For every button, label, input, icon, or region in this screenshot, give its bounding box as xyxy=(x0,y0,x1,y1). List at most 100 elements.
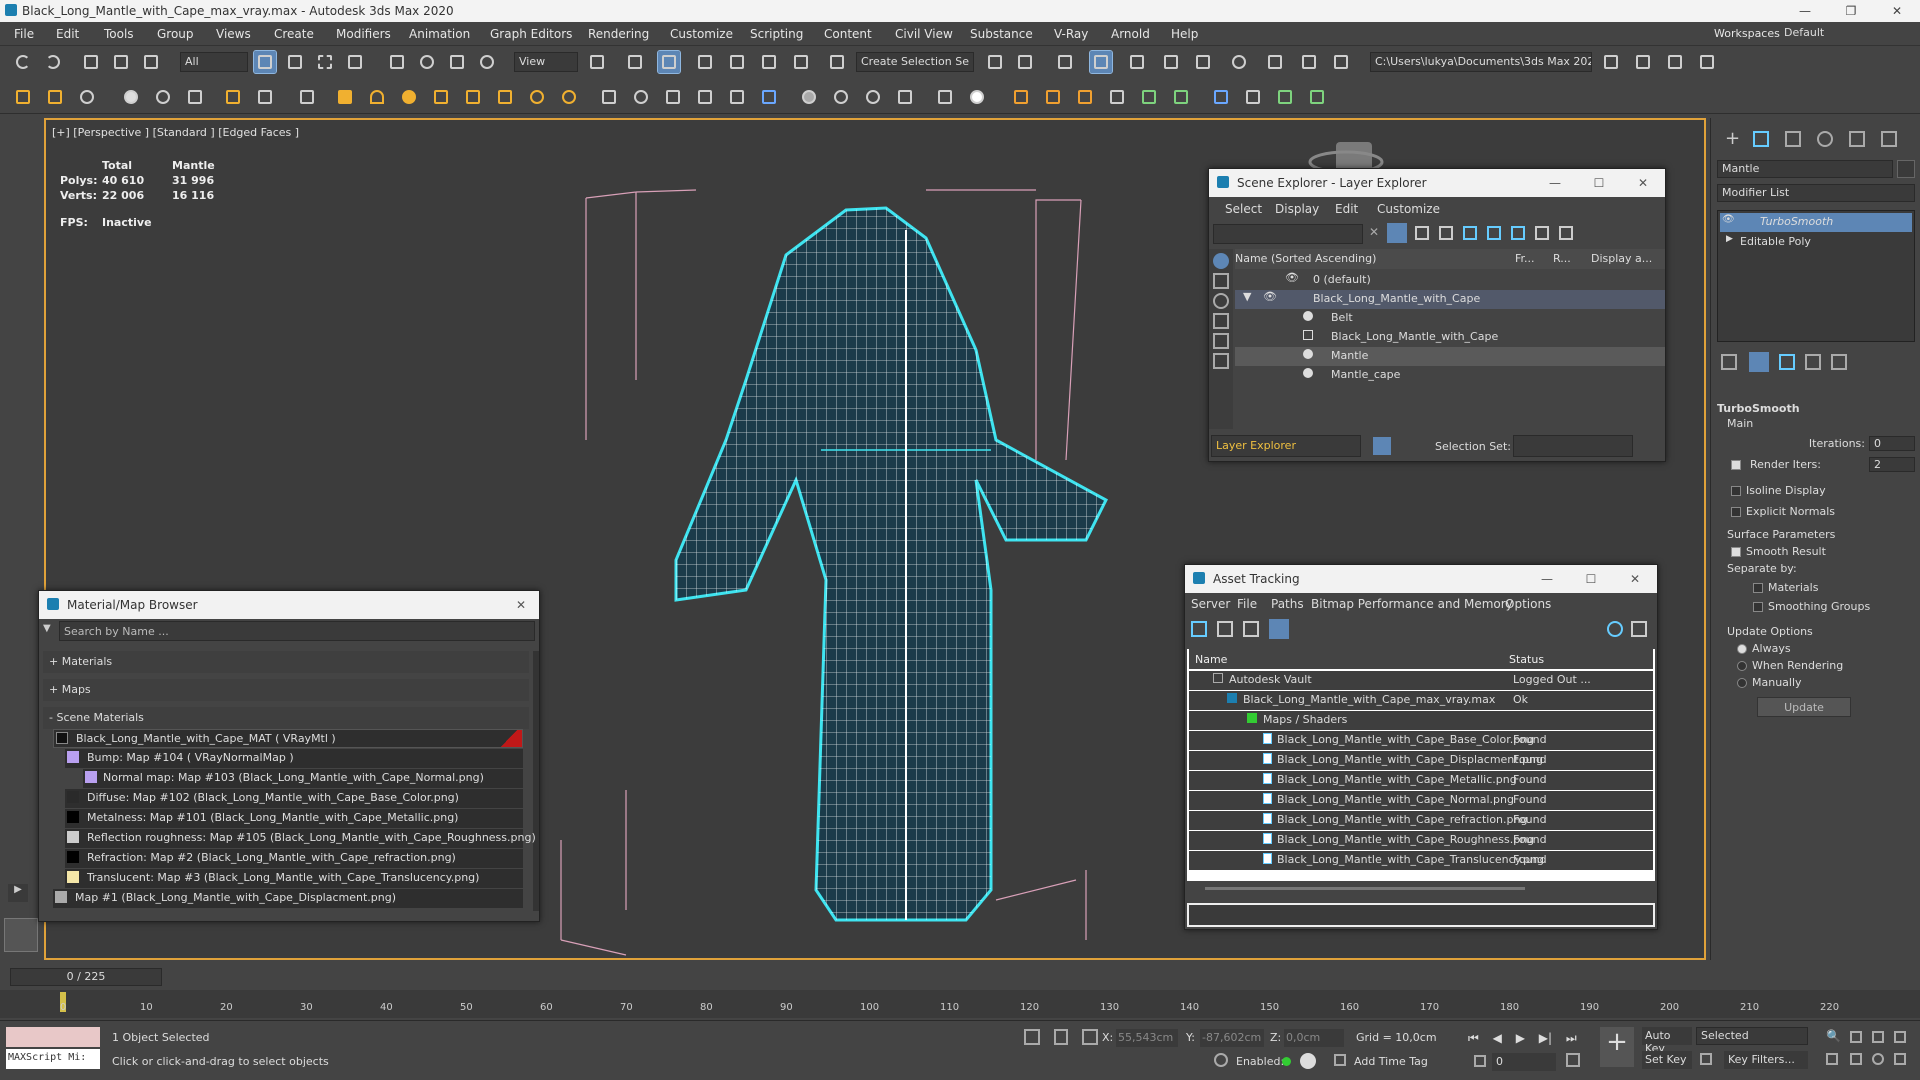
vray-vision-icon[interactable] xyxy=(966,86,988,108)
at-row[interactable]: Black_Long_Mantle_with_Cape_Base_Color.p… xyxy=(1189,731,1653,750)
vray-proxy-icon[interactable] xyxy=(222,86,244,108)
eye-icon[interactable]: 👁 xyxy=(1285,271,1299,284)
configure-sets-icon[interactable] xyxy=(1831,354,1847,370)
smooth-result-checkbox[interactable] xyxy=(1731,547,1741,557)
vray-sphere-icon[interactable] xyxy=(152,86,174,108)
menu-tools[interactable]: Tools xyxy=(104,27,134,41)
materials-checkbox[interactable] xyxy=(1753,583,1763,593)
at-col-name[interactable]: Name xyxy=(1195,653,1227,666)
menu-customize[interactable]: Customize xyxy=(670,27,733,41)
absolute-mode-icon[interactable] xyxy=(1082,1029,1098,1045)
group-maps[interactable]: + Maps xyxy=(43,679,529,701)
menu-civil-view[interactable]: Civil View xyxy=(895,27,953,41)
menu-edit[interactable]: Edit xyxy=(56,27,79,41)
menu-file[interactable]: File xyxy=(14,27,34,41)
create-tab-icon[interactable]: + xyxy=(1725,128,1740,149)
at-row[interactable]: Black_Long_Mantle_with_Cape_refraction.p… xyxy=(1189,811,1653,830)
menu-animation[interactable]: Animation xyxy=(409,27,470,41)
se-col-freeze[interactable]: Fr... xyxy=(1515,252,1535,265)
vray-light-omni-icon[interactable] xyxy=(296,86,318,108)
layer-explorer-dropdown[interactable]: Layer Explorer xyxy=(1211,435,1361,457)
menu-views[interactable]: Views xyxy=(216,27,251,41)
display-tab-icon[interactable] xyxy=(1849,131,1865,147)
vray-ipr-icon[interactable] xyxy=(1010,86,1032,108)
menu-group[interactable]: Group xyxy=(157,27,194,41)
bind-space-warp-icon[interactable] xyxy=(140,51,162,73)
vray-frame-buffer-icon[interactable] xyxy=(934,86,956,108)
se-row[interactable]: 👁 0 (default) xyxy=(1235,271,1665,290)
selection-lock-icon[interactable] xyxy=(1054,1029,1068,1045)
vray-scatter-icon[interactable] xyxy=(694,86,716,108)
menu-scripting[interactable]: Scripting xyxy=(750,27,803,41)
at-row[interactable]: Black_Long_Mantle_with_Cape_Roughness.pn… xyxy=(1189,831,1653,850)
selection-set-dropdown[interactable] xyxy=(1513,435,1633,457)
zoom-icon[interactable]: 🔍 xyxy=(1826,1029,1841,1043)
lock-icon[interactable] xyxy=(1415,226,1429,240)
material-item[interactable]: Black_Long_Mantle_with_Cape_MAT ( VRayMt… xyxy=(53,729,523,748)
material-sphere-icon[interactable] xyxy=(798,86,820,108)
maxscript-listener-top[interactable] xyxy=(6,1027,100,1047)
when-rendering-radio[interactable] xyxy=(1737,661,1747,671)
link-icon[interactable] xyxy=(80,51,102,73)
layers-icon[interactable] xyxy=(1373,437,1391,455)
light-dome-icon[interactable] xyxy=(366,86,388,108)
pin-stack-icon[interactable] xyxy=(1721,354,1737,370)
modifier-editable-poly[interactable]: ▶ Editable Poly xyxy=(1720,233,1912,252)
make-unique-icon[interactable] xyxy=(1779,354,1795,370)
zoom-extents-icon[interactable] xyxy=(1872,1031,1884,1043)
key-mode-icon[interactable] xyxy=(1474,1055,1486,1067)
display-lights-icon[interactable] xyxy=(1213,293,1229,309)
field-of-view-icon[interactable] xyxy=(1826,1053,1838,1065)
at-row[interactable]: Black_Long_Mantle_with_Cape_Translucency… xyxy=(1189,851,1653,870)
auto-key-button[interactable]: Auto Key xyxy=(1642,1027,1692,1055)
material-blend-icon[interactable] xyxy=(862,86,884,108)
display-spacewarps-icon[interactable] xyxy=(1213,353,1229,369)
minimize-button[interactable]: — xyxy=(1782,0,1828,22)
display-helpers-icon[interactable] xyxy=(1213,333,1229,349)
rotate-icon[interactable] xyxy=(416,51,438,73)
modify-tab-icon[interactable] xyxy=(1753,131,1769,147)
undo-icon[interactable] xyxy=(12,51,34,73)
scene-explorer-close[interactable]: ✕ xyxy=(1621,169,1665,197)
toggle-scene-explorer-icon[interactable] xyxy=(1054,51,1076,73)
at-row[interactable]: Black_Long_Mantle_with_Cape_max_vray.max… xyxy=(1189,691,1653,710)
vray-r-icon[interactable] xyxy=(1210,86,1232,108)
project-new-icon[interactable] xyxy=(1664,51,1686,73)
at-row[interactable]: Black_Long_Mantle_with_Cape_Normal.png Fo… xyxy=(1189,791,1653,810)
tag-icon[interactable] xyxy=(1334,1054,1346,1066)
sky-icon[interactable] xyxy=(558,86,580,108)
table-view-icon[interactable] xyxy=(1269,619,1289,639)
select-by-name-icon[interactable] xyxy=(284,51,306,73)
workspaces-dropdown[interactable]: Default xyxy=(1780,24,1910,44)
modifier-list-dropdown[interactable]: Modifier List xyxy=(1717,184,1915,202)
group-materials[interactable]: + Materials xyxy=(43,651,529,673)
se-row[interactable]: Belt xyxy=(1235,309,1665,328)
menu-vray[interactable]: V-Ray xyxy=(1054,27,1088,41)
se-row-selected[interactable]: Mantle xyxy=(1235,347,1665,366)
maximize-viewport-icon[interactable] xyxy=(1894,1053,1906,1065)
viewport-layout-icon[interactable] xyxy=(4,918,38,952)
se-col-name[interactable]: Name (Sorted Ascending) xyxy=(1235,252,1376,265)
display-cameras-icon[interactable] xyxy=(1213,313,1229,329)
time-slider[interactable]: 0 / 225 xyxy=(10,968,162,986)
at-row[interactable]: Autodesk Vault Logged Out ... xyxy=(1189,671,1653,690)
project-folder-icon[interactable] xyxy=(1600,51,1622,73)
asset-tracking-minimize[interactable]: — xyxy=(1525,565,1569,593)
x-coordinate-field[interactable]: 55,543cm xyxy=(1116,1029,1178,1047)
project-settings-icon[interactable] xyxy=(1696,51,1718,73)
mirror-icon[interactable] xyxy=(984,51,1006,73)
map-item[interactable]: Reflection roughness: Map #105 (Black_Lo… xyxy=(65,829,536,848)
y-coordinate-field[interactable]: -87,602cm xyxy=(1200,1029,1264,1047)
map-item[interactable]: Metalness: Map #101 (Black_Long_Mantle_w… xyxy=(65,809,523,828)
maxscript-listener[interactable]: MAXScript Mi: xyxy=(6,1049,100,1069)
explicit-normals-checkbox[interactable] xyxy=(1731,507,1741,517)
remove-modifier-icon[interactable] xyxy=(1805,354,1821,370)
key-icon[interactable] xyxy=(1700,1053,1712,1065)
thumbnail-view-icon[interactable] xyxy=(1243,621,1259,637)
render-iters-checkbox[interactable] xyxy=(1731,459,1741,470)
toggle-layer-explorer-icon[interactable] xyxy=(1089,50,1113,74)
pan-icon[interactable] xyxy=(1850,1053,1862,1065)
key-filters-button[interactable]: Key Filters... xyxy=(1724,1051,1808,1069)
snaps-toggle-icon[interactable] xyxy=(694,51,716,73)
se-menu-edit[interactable]: Edit xyxy=(1335,202,1358,216)
